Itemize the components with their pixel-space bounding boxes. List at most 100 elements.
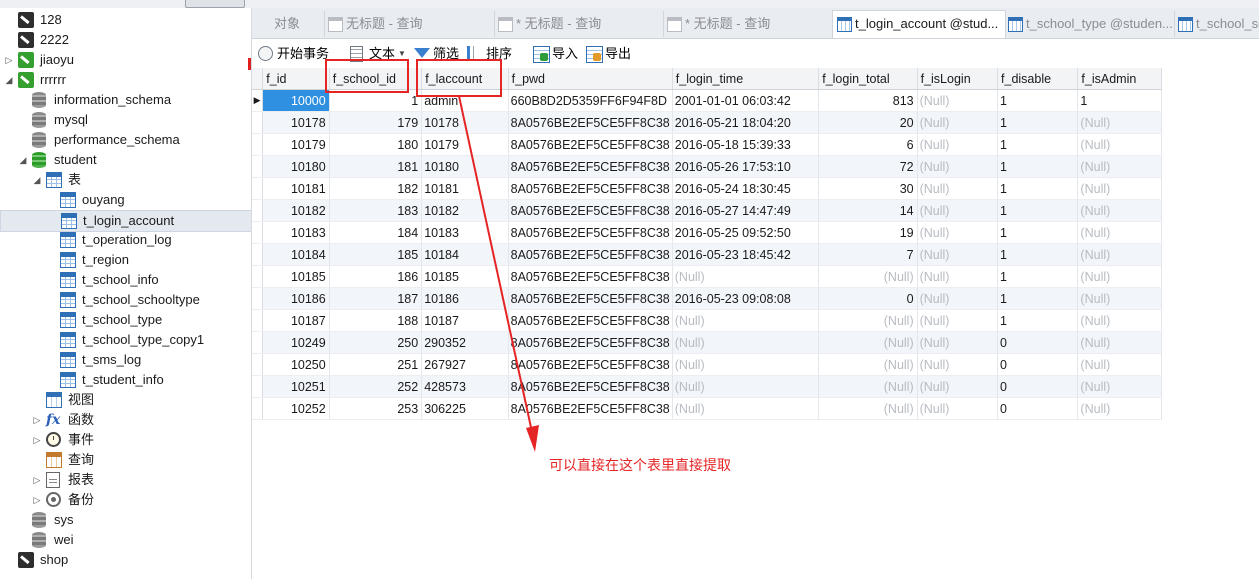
cell-f-islogin[interactable]: (Null): [917, 133, 999, 156]
sidebar-item-[interactable]: ▷ fx 函数: [0, 410, 250, 430]
cell-f-laccount[interactable]: admin: [421, 89, 509, 112]
sidebar-item-ouyang[interactable]: ouyang: [0, 190, 250, 210]
sidebar-item-sys[interactable]: sys: [0, 510, 250, 530]
cell-f-islogin[interactable]: (Null): [917, 177, 999, 200]
cell-f-disable[interactable]: 1: [997, 221, 1079, 244]
cell-f-school-id[interactable]: 180: [329, 133, 423, 156]
table-row[interactable]: 10178 179 10178 8A0576BE2EF5CE5FF8C38 2016-0…: [252, 111, 1162, 134]
cell-f-pwd[interactable]: 8A0576BE2EF5CE5FF8C38: [508, 243, 673, 266]
cell-f-pwd[interactable]: 8A0576BE2EF5CE5FF8C38: [508, 331, 673, 354]
cell-f-login-total[interactable]: (Null): [818, 375, 918, 398]
sidebar-item-mysql[interactable]: mysql: [0, 110, 250, 130]
sidebar-item-2222[interactable]: 2222: [0, 30, 250, 50]
cell-f-islogin[interactable]: (Null): [917, 199, 999, 222]
cell-f-disable[interactable]: 1: [997, 199, 1079, 222]
sidebar-item-t-school-info[interactable]: t_school_info: [0, 270, 250, 290]
table-row[interactable]: 10179 180 10179 8A0576BE2EF5CE5FF8C38 2016-0…: [252, 133, 1162, 156]
column-header-f-school-id[interactable]: f_school_id: [329, 68, 423, 90]
cell-f-islogin[interactable]: (Null): [917, 265, 999, 288]
table-row[interactable]: 10252 253 306225 8A0576BE2EF5CE5FF8C38 (Null…: [252, 397, 1162, 420]
cell-f-login-time[interactable]: (Null): [672, 309, 820, 332]
cell-f-laccount[interactable]: 10179: [421, 133, 509, 156]
tab-query-2[interactable]: * 无标题 - 查询: [494, 11, 664, 37]
sidebar-item-[interactable]: 视图: [0, 390, 250, 410]
cell-f-disable[interactable]: 1: [997, 133, 1079, 156]
table-row[interactable]: 10185 186 10185 8A0576BE2EF5CE5FF8C38 (Null)…: [252, 265, 1162, 288]
sidebar-item-student[interactable]: ◢ student: [0, 150, 250, 170]
cell-f-pwd[interactable]: 8A0576BE2EF5CE5FF8C38: [508, 375, 673, 398]
cell-f-laccount[interactable]: 10181: [421, 177, 509, 200]
cell-f-islogin[interactable]: (Null): [917, 111, 999, 134]
expand-arrow-icon[interactable]: ▷: [32, 430, 42, 450]
tab-query-3[interactable]: * 无标题 - 查询: [663, 11, 833, 37]
table-row[interactable]: 10181 182 10181 8A0576BE2EF5CE5FF8C38 2016-0…: [252, 177, 1162, 200]
cell-f-laccount[interactable]: 267927: [421, 353, 509, 376]
cell-f-login-time[interactable]: 2001-01-01 06:03:42: [672, 89, 820, 112]
cell-f-pwd[interactable]: 8A0576BE2EF5CE5FF8C38: [508, 155, 673, 178]
expand-arrow-icon[interactable]: ▷: [32, 470, 42, 490]
cell-f-school-id[interactable]: 253: [329, 397, 423, 420]
cell-f-id[interactable]: 10184: [262, 243, 330, 266]
sidebar-item-[interactable]: ◢ 表: [0, 170, 250, 190]
cell-f-pwd[interactable]: 8A0576BE2EF5CE5FF8C38: [508, 287, 673, 310]
cell-f-disable[interactable]: 0: [997, 353, 1079, 376]
cell-f-school-id[interactable]: 179: [329, 111, 423, 134]
cell-f-laccount[interactable]: 306225: [421, 397, 509, 420]
column-header-f-islogin[interactable]: f_isLogin: [917, 68, 999, 90]
cell-f-login-time[interactable]: (Null): [672, 265, 820, 288]
table-row[interactable]: ▶ 10000 1 admin 660B8D2D5359FF6F94F8D 2001-01…: [252, 89, 1162, 112]
cell-f-disable[interactable]: 1: [997, 243, 1079, 266]
cell-f-disable[interactable]: 0: [997, 375, 1079, 398]
cell-f-school-id[interactable]: 185: [329, 243, 423, 266]
sidebar-item-performance-schema[interactable]: performance_schema: [0, 130, 250, 150]
connection-tree[interactable]: 128 2222 ▷ jiaoyu ◢ rrrrrr information_schema m…: [0, 8, 252, 579]
cell-f-id[interactable]: 10249: [262, 331, 330, 354]
data-grid[interactable]: f_id f_school_id f_laccount f_pwd f_login_ti…: [252, 68, 1162, 420]
cell-f-login-time[interactable]: 2016-05-25 09:52:50: [672, 221, 820, 244]
cell-f-disable[interactable]: 1: [997, 287, 1079, 310]
cell-f-pwd[interactable]: 8A0576BE2EF5CE5FF8C38: [508, 309, 673, 332]
expand-arrow-icon[interactable]: ▷: [4, 50, 14, 70]
sidebar-item-rrrrrr[interactable]: ◢ rrrrrr: [0, 70, 250, 90]
expand-arrow-icon[interactable]: ▷: [32, 410, 42, 430]
cell-f-login-total[interactable]: 30: [818, 177, 918, 200]
table-row[interactable]: 10187 188 10187 8A0576BE2EF5CE5FF8C38 (Null)…: [252, 309, 1162, 332]
cell-f-school-id[interactable]: 183: [329, 199, 423, 222]
collapse-arrow-icon[interactable]: ◢: [4, 70, 14, 90]
cell-f-islogin[interactable]: (Null): [917, 89, 999, 112]
table-row[interactable]: 10182 183 10182 8A0576BE2EF5CE5FF8C38 2016-0…: [252, 199, 1162, 222]
cell-f-isadmin[interactable]: 1: [1077, 89, 1162, 112]
cell-f-login-total[interactable]: 19: [818, 221, 918, 244]
column-header-f-id[interactable]: f_id: [262, 68, 330, 90]
cell-f-islogin[interactable]: (Null): [917, 243, 999, 266]
cell-f-school-id[interactable]: 184: [329, 221, 423, 244]
expand-arrow-icon[interactable]: ▷: [32, 490, 42, 510]
sidebar-item-information-schema[interactable]: information_schema: [0, 90, 250, 110]
table-row[interactable]: 10250 251 267927 8A0576BE2EF5CE5FF8C38 (Null…: [252, 353, 1162, 376]
tab-table-5[interactable]: t_school_type @studen...: [1004, 11, 1175, 37]
cell-f-login-time[interactable]: 2016-05-26 17:53:10: [672, 155, 820, 178]
cell-f-school-id[interactable]: 182: [329, 177, 423, 200]
cell-f-login-time[interactable]: (Null): [672, 331, 820, 354]
cell-f-islogin[interactable]: (Null): [917, 397, 999, 420]
cell-f-disable[interactable]: 1: [997, 89, 1079, 112]
cell-f-isadmin[interactable]: (Null): [1077, 177, 1162, 200]
sidebar-item-t-student-info[interactable]: t_student_info: [0, 370, 250, 390]
cell-f-id[interactable]: 10252: [262, 397, 330, 420]
column-header-f-isadmin[interactable]: f_isAdmin: [1077, 68, 1162, 90]
table-row[interactable]: 10186 187 10186 8A0576BE2EF5CE5FF8C38 2016-0…: [252, 287, 1162, 310]
tab-table-6[interactable]: t_school_sc: [1174, 11, 1259, 37]
tab-objects[interactable]: 对象: [252, 11, 325, 37]
cell-f-login-total[interactable]: 7: [818, 243, 918, 266]
cell-f-login-total[interactable]: (Null): [818, 331, 918, 354]
cell-f-id[interactable]: 10178: [262, 111, 330, 134]
cell-f-isadmin[interactable]: (Null): [1077, 331, 1162, 354]
cell-f-pwd[interactable]: 8A0576BE2EF5CE5FF8C38: [508, 111, 673, 134]
cell-f-islogin[interactable]: (Null): [917, 221, 999, 244]
sidebar-item-jiaoyu[interactable]: ▷ jiaoyu: [0, 50, 250, 70]
cell-f-id[interactable]: 10180: [262, 155, 330, 178]
cell-f-islogin[interactable]: (Null): [917, 155, 999, 178]
cell-f-islogin[interactable]: (Null): [917, 287, 999, 310]
cell-f-laccount[interactable]: 10182: [421, 199, 509, 222]
sidebar-item-[interactable]: 查询: [0, 450, 250, 470]
